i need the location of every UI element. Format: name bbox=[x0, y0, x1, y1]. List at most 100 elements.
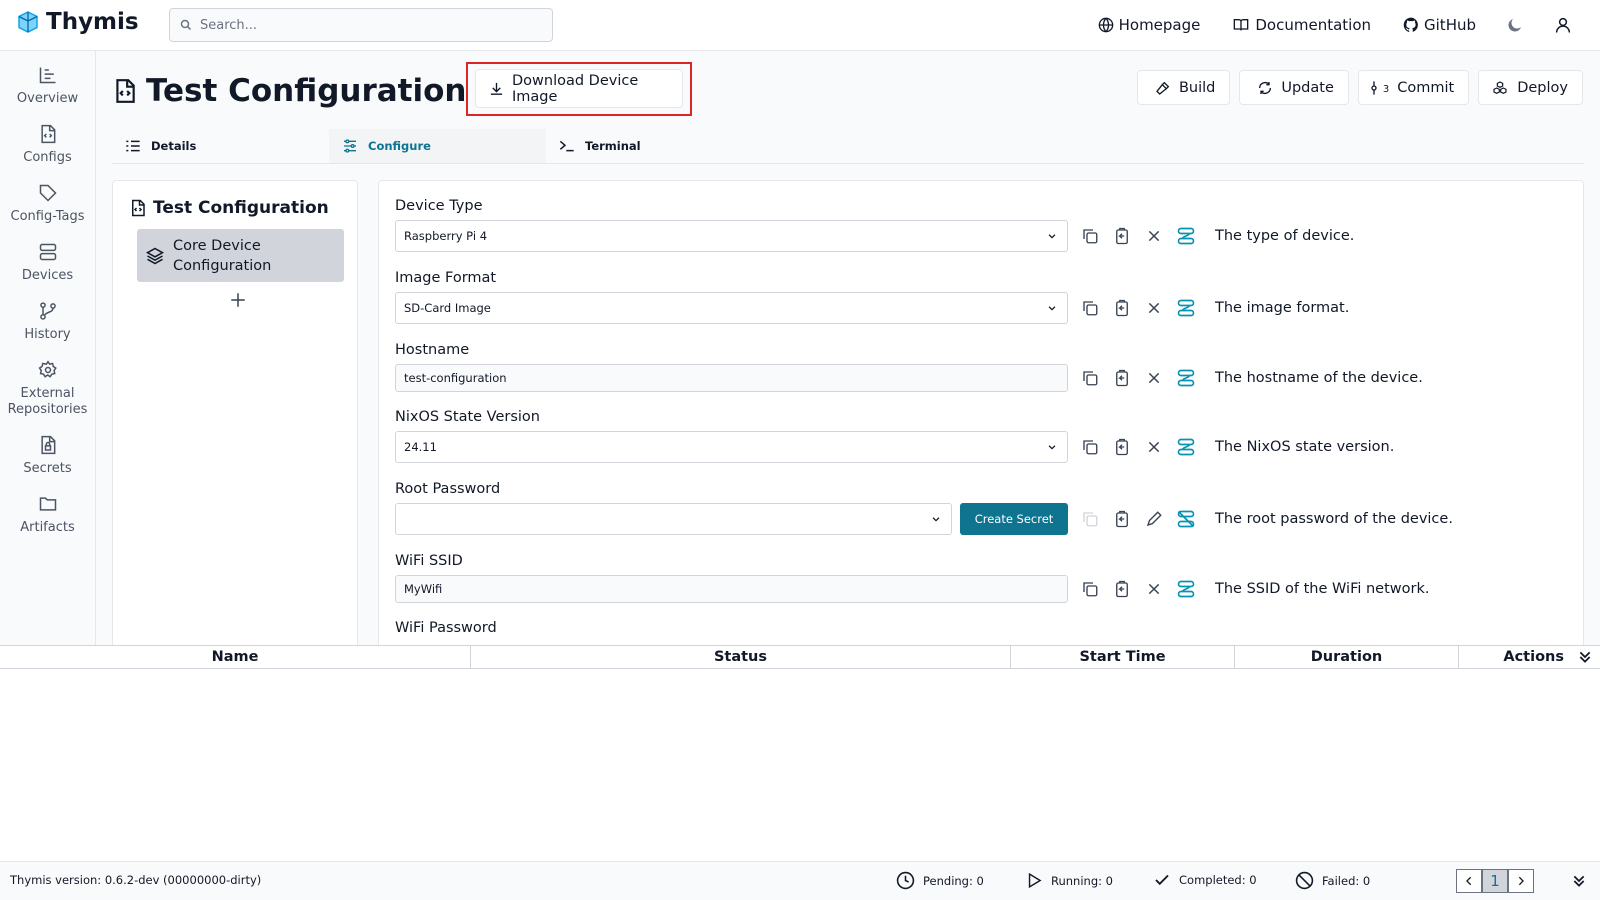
refresh-icon bbox=[1257, 80, 1273, 96]
failed-label: Failed: 0 bbox=[1322, 873, 1371, 888]
pencil-icon[interactable] bbox=[1144, 509, 1164, 529]
field-label: Device Type bbox=[395, 198, 483, 214]
sidebar-item-label: Overview bbox=[16, 91, 79, 106]
sidebar-item-config-tags[interactable]: Config-Tags bbox=[0, 183, 95, 225]
tab-terminal[interactable]: Terminal bbox=[546, 129, 763, 163]
copy-icon[interactable] bbox=[1080, 437, 1100, 457]
list-icon bbox=[125, 139, 141, 153]
route-off-icon[interactable] bbox=[1176, 509, 1196, 529]
sidebar-item-label: External Repositories bbox=[7, 386, 88, 417]
column-header-name[interactable]: Name bbox=[0, 646, 471, 668]
device-type-select[interactable]: Raspberry Pi 4 bbox=[395, 220, 1068, 252]
paste-icon[interactable] bbox=[1112, 368, 1132, 388]
gear-icon bbox=[38, 360, 58, 386]
copy-icon[interactable] bbox=[1080, 226, 1100, 246]
app-logo[interactable]: Thymis bbox=[16, 9, 139, 35]
download-device-image-button[interactable]: Download Device Image bbox=[475, 69, 683, 108]
field-description: The SSID of the WiFi network. bbox=[1215, 581, 1430, 597]
paste-icon[interactable] bbox=[1112, 579, 1132, 599]
route-icon[interactable] bbox=[1176, 298, 1196, 318]
route-icon[interactable] bbox=[1176, 226, 1196, 246]
paste-icon[interactable] bbox=[1112, 226, 1132, 246]
sidebar-item-configs[interactable]: Configs bbox=[0, 124, 95, 166]
tab-configure[interactable]: Configure bbox=[329, 129, 546, 163]
clock-icon bbox=[896, 871, 915, 890]
column-header-duration[interactable]: Duration bbox=[1235, 646, 1459, 668]
folder-icon bbox=[38, 494, 58, 520]
main-content: Test Configuration Download Device Image… bbox=[96, 51, 1600, 650]
clear-icon[interactable] bbox=[1144, 437, 1164, 457]
next-page-button[interactable] bbox=[1508, 869, 1534, 893]
sidebar-item-external-repositories[interactable]: External Repositories bbox=[0, 360, 95, 418]
build-button[interactable]: Build bbox=[1136, 70, 1231, 105]
tab-details[interactable]: Details bbox=[112, 129, 329, 163]
pending-label: Pending: 0 bbox=[923, 873, 984, 888]
file-code-icon bbox=[112, 76, 138, 106]
github-link[interactable]: GitHub bbox=[1403, 16, 1476, 34]
search-input[interactable] bbox=[200, 17, 530, 33]
paste-icon[interactable] bbox=[1112, 437, 1132, 457]
boxes-icon bbox=[1491, 80, 1509, 96]
server-icon bbox=[38, 242, 58, 268]
terminal-icon bbox=[559, 139, 575, 153]
create-secret-button[interactable]: Create Secret bbox=[960, 503, 1068, 535]
theme-toggle-button[interactable] bbox=[1506, 16, 1524, 34]
copy-icon[interactable] bbox=[1080, 298, 1100, 318]
sliders-icon bbox=[342, 138, 358, 154]
prev-page-button[interactable] bbox=[1456, 869, 1482, 893]
sidebar-item-overview[interactable]: Overview bbox=[0, 65, 95, 107]
deploy-button[interactable]: Deploy bbox=[1478, 70, 1583, 105]
sidebar-item-label: History bbox=[24, 327, 71, 342]
version-text: Thymis version: 0.6.2-dev (00000000-dirt… bbox=[10, 873, 262, 887]
field-label: Root Password bbox=[395, 481, 501, 497]
add-module-button[interactable] bbox=[229, 291, 247, 309]
copy-icon[interactable] bbox=[1080, 368, 1100, 388]
column-header-actions: Actions bbox=[1459, 646, 1600, 668]
user-menu-button[interactable] bbox=[1554, 16, 1572, 34]
image-format-select[interactable]: SD-Card Image bbox=[395, 292, 1068, 324]
moon-icon bbox=[1506, 16, 1524, 34]
sidebar-item-history[interactable]: History bbox=[0, 301, 95, 343]
search-box[interactable] bbox=[169, 8, 553, 42]
field-label: Hostname bbox=[395, 342, 470, 358]
clear-icon[interactable] bbox=[1144, 368, 1164, 388]
column-header-start-time[interactable]: Start Time bbox=[1011, 646, 1235, 668]
hammer-icon bbox=[1155, 80, 1171, 96]
copy-icon[interactable] bbox=[1080, 509, 1100, 529]
field-image-format: Image Format SD-Card Image The image for… bbox=[395, 270, 1575, 324]
paste-icon[interactable] bbox=[1112, 298, 1132, 318]
collapse-icon[interactable] bbox=[1578, 650, 1592, 664]
thymis-logo-icon bbox=[16, 10, 40, 34]
bar-chart-icon bbox=[38, 65, 58, 91]
field-hostname: Hostname test-configuration The hostname… bbox=[395, 342, 1575, 392]
status-bar: Thymis version: 0.6.2-dev (00000000-dirt… bbox=[0, 861, 1600, 900]
sidebar-item-secrets[interactable]: Secrets bbox=[0, 435, 95, 477]
paste-icon[interactable] bbox=[1112, 509, 1132, 529]
clear-icon[interactable] bbox=[1144, 579, 1164, 599]
sidebar-item-devices[interactable]: Devices bbox=[0, 242, 95, 284]
module-item-core-device-configuration[interactable]: Core Device Configuration bbox=[137, 229, 344, 282]
collapse-panel-icon[interactable] bbox=[1572, 874, 1586, 888]
chevron-right-icon bbox=[1516, 875, 1526, 887]
hostname-input[interactable]: test-configuration bbox=[395, 364, 1068, 392]
copy-icon[interactable] bbox=[1080, 579, 1100, 599]
clear-icon[interactable] bbox=[1144, 226, 1164, 246]
documentation-link[interactable]: Documentation bbox=[1232, 16, 1371, 34]
app-name: Thymis bbox=[46, 9, 139, 35]
clear-icon[interactable] bbox=[1144, 298, 1164, 318]
current-page[interactable]: 1 bbox=[1482, 869, 1508, 893]
wifi-ssid-input[interactable]: MyWifi bbox=[395, 575, 1068, 603]
route-icon[interactable] bbox=[1176, 368, 1196, 388]
nixos-version-select[interactable]: 24.11 bbox=[395, 431, 1068, 463]
update-button[interactable]: Update bbox=[1239, 70, 1349, 105]
git-commit-icon bbox=[1369, 80, 1379, 96]
root-password-select[interactable] bbox=[395, 503, 952, 535]
sidebar-item-artifacts[interactable]: Artifacts bbox=[0, 494, 95, 536]
column-header-status[interactable]: Status bbox=[471, 646, 1011, 668]
field-description: The type of device. bbox=[1215, 228, 1355, 244]
route-icon[interactable] bbox=[1176, 579, 1196, 599]
homepage-link[interactable]: Homepage bbox=[1098, 16, 1200, 34]
route-icon[interactable] bbox=[1176, 437, 1196, 457]
commit-button[interactable]: 3 Commit bbox=[1357, 70, 1470, 105]
update-label: Update bbox=[1281, 79, 1334, 96]
